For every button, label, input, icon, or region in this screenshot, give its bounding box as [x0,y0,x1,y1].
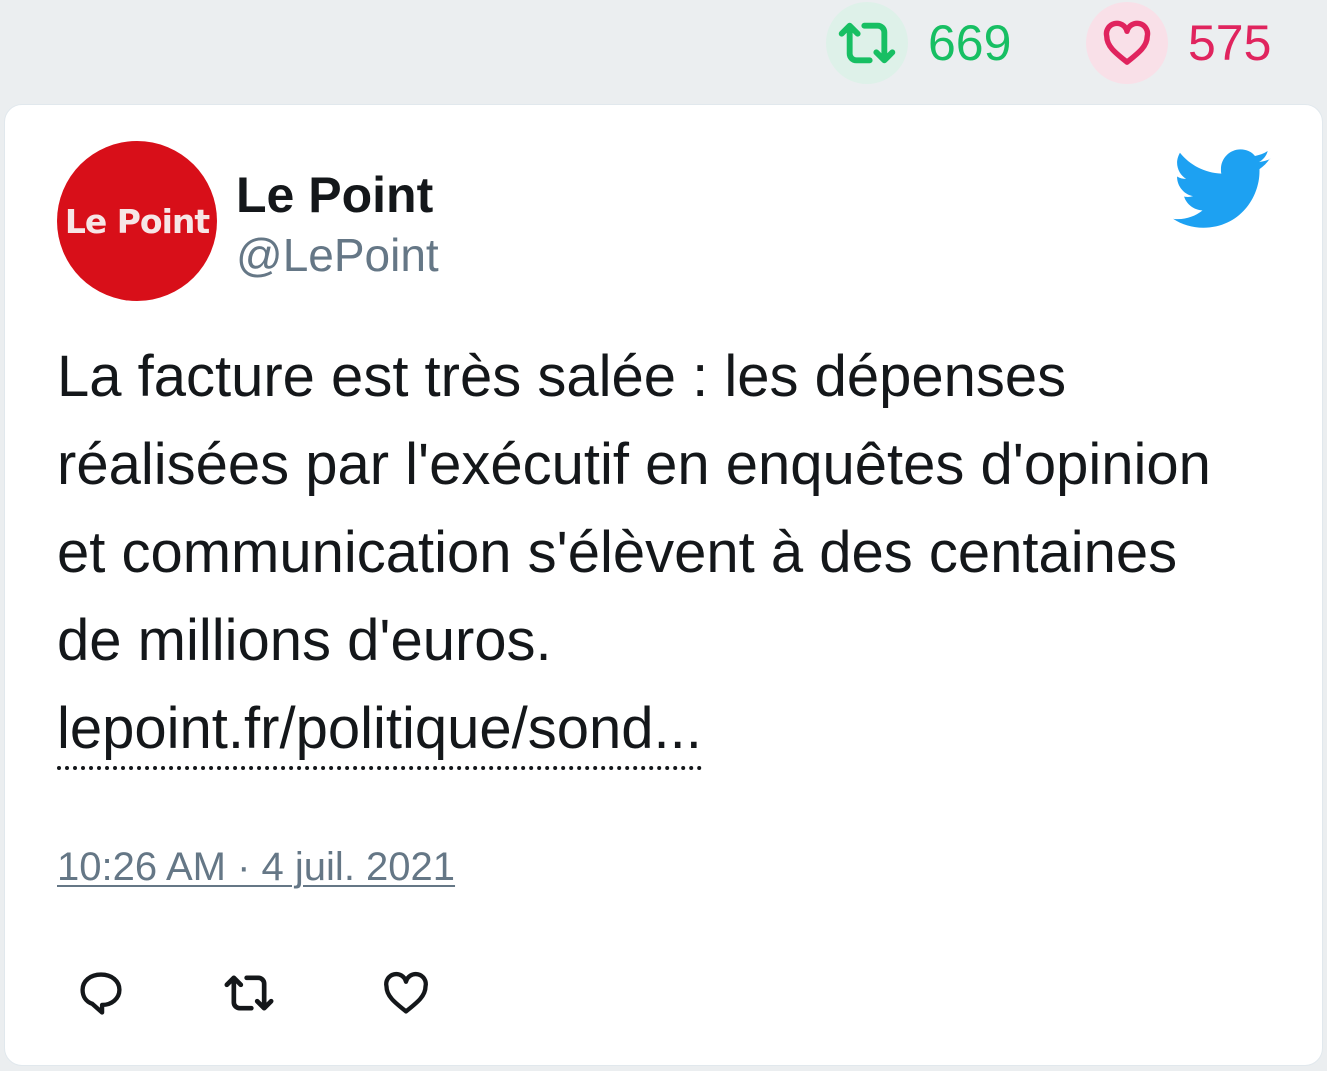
twitter-bird-icon[interactable] [1173,149,1273,231]
reply-button[interactable] [73,965,129,1021]
retweet-button[interactable] [221,965,277,1021]
like-stat-icon-circle[interactable] [1086,2,1168,84]
like-button[interactable] [378,965,434,1021]
like-stat[interactable]: 575 [1086,2,1271,84]
tweet-link[interactable]: lepoint.fr/politique/sond... [57,692,702,770]
tweet-body-text: La facture est très salée : les dépenses… [57,344,1211,673]
retweet-icon [224,975,274,1011]
tweet-timestamp[interactable]: 10:26 AM · 4 juil. 2021 [57,845,455,890]
tweet-text: La facture est très salée : les dépenses… [57,333,1257,773]
avatar[interactable]: Le Point [57,141,217,301]
retweet-icon [838,22,896,64]
tweet-card[interactable]: Le Point Le Point @LePoint La facture es… [4,104,1323,1066]
retweet-stat[interactable]: 669 [826,2,1011,84]
avatar-logo-text: Le Point [64,201,210,241]
engagement-bar: 669 575 [0,0,1327,90]
heart-icon [1103,20,1151,65]
retweet-count: 669 [928,15,1012,71]
reply-icon [80,972,122,1015]
heart-icon [384,971,428,1014]
author-handle[interactable]: @LePoint [236,227,439,283]
retweet-stat-icon-circle[interactable] [826,2,908,84]
author-display-name[interactable]: Le Point [236,165,433,225]
like-count: 575 [1188,15,1272,71]
